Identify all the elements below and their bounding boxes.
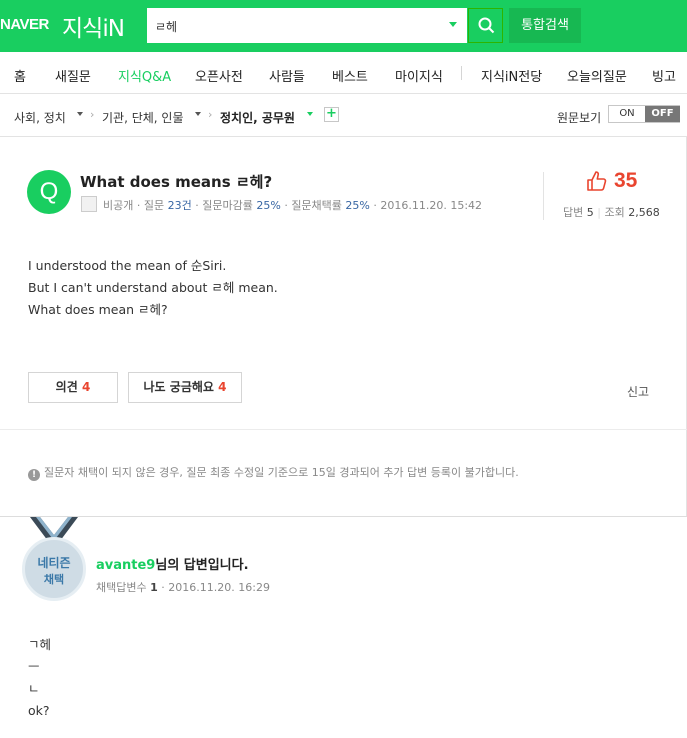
answer-date: 2016.11.20. 16:29 (168, 581, 270, 594)
avatar (81, 196, 97, 212)
chevron-right-icon: › (208, 108, 213, 121)
dropdown-icon[interactable] (195, 112, 201, 116)
question-date: 2016.11.20. 15:42 (380, 199, 483, 212)
breadcrumb-level3[interactable]: 정치인, 공무원 (220, 109, 295, 126)
adopt-rate-label: 질문채택률 (291, 199, 342, 212)
nav-people[interactable]: 사람들 (269, 66, 305, 85)
nav-bingo[interactable]: 빙고 (652, 66, 676, 85)
original-view-toggle[interactable]: ON OFF (608, 105, 680, 123)
nav-todays-question[interactable]: 오늘의질문 (567, 66, 627, 85)
question-count-label: 질문 (143, 199, 165, 212)
thumbs-up-icon[interactable] (586, 170, 608, 192)
answer-card: 네티즌 채택 avante9님의 답변입니다. 채택답변수 1 · 2016.1… (0, 516, 687, 738)
adopted-count: 1 (150, 581, 158, 594)
answer-meta: 채택답변수 1 · 2016.11.20. 16:29 (96, 581, 270, 594)
main-nav: 홈 새질문 지식Q&A 오픈사전 사람들 베스트 마이지식 지식iN전당 오늘의… (0, 52, 687, 94)
question-author: 비공개 (103, 199, 134, 212)
nav-best[interactable]: 베스트 (332, 66, 368, 85)
search-box (147, 8, 467, 43)
me-too-curious-button[interactable]: 나도 궁금해요 4 (128, 372, 242, 403)
divider (543, 172, 544, 220)
breadcrumb-level1[interactable]: 사회, 정치 (14, 109, 66, 126)
question-body: I understood the mean of 순Siri. But I ca… (28, 255, 278, 321)
question-badge: Q (27, 170, 71, 214)
close-rate-label: 질문마감률 (202, 199, 253, 212)
answer-count: 5 (586, 206, 594, 219)
nav-open-dictionary[interactable]: 오픈사전 (195, 66, 243, 85)
answers-label: 답변 (563, 206, 584, 219)
nav-qna[interactable]: 지식Q&A (118, 66, 171, 85)
divider (0, 429, 687, 430)
breadcrumb: 사회, 정치 › 기관, 단체, 인물 › 정치인, 공무원 + 원문보기 ON… (0, 94, 687, 136)
toggle-on[interactable]: ON (609, 106, 645, 122)
question-body-line: What does mean ㄹ헤? (28, 302, 168, 317)
answer-author-link[interactable]: avante9 (96, 558, 155, 573)
medal-label-1: 네티즌 (37, 556, 71, 570)
report-link[interactable]: 신고 (627, 383, 649, 400)
adopt-rate: 25% (345, 199, 370, 212)
toggle-off[interactable]: OFF (645, 106, 680, 122)
opinion-button[interactable]: 의견 4 (28, 372, 118, 403)
close-rate: 25% (256, 199, 281, 212)
netizen-adopted-medal: 네티즌 채택 (22, 537, 86, 601)
opinion-count: 4 (81, 380, 91, 394)
total-search-button[interactable]: 통합검색 (509, 8, 581, 43)
question-count: 23건 (167, 199, 192, 212)
answer-body-line: ok? (28, 703, 50, 718)
search-button[interactable] (468, 8, 503, 43)
search-input[interactable] (155, 16, 435, 36)
top-header: NAVER 지식iN 통합검색 (0, 0, 687, 52)
add-category-button[interactable]: + (324, 107, 339, 122)
answer-body-line: ㄴ (28, 681, 40, 696)
kin-logo[interactable]: 지식iN (62, 9, 125, 43)
question-body-line: I understood the mean of 순Siri. (28, 258, 227, 273)
question-meta: 비공개 · 질문 23건 · 질문마감률 25% · 질문채택률 25% · 2… (103, 199, 483, 212)
opinion-label: 의견 (55, 380, 78, 394)
answer-body-line: ㅡ (28, 659, 40, 674)
nav-new-question[interactable]: 새질문 (55, 66, 91, 85)
info-icon: ! (28, 469, 40, 481)
dropdown-icon[interactable] (77, 112, 83, 116)
nav-my-knowledge[interactable]: 마이지식 (395, 66, 443, 85)
autocomplete-toggle-icon[interactable] (449, 22, 457, 27)
answer-body: ㄱ헤 ㅡ ㄴ ok? (28, 634, 51, 722)
question-body-line: But I can't understand about ㄹ헤 mean. (28, 280, 278, 295)
nav-divider (461, 66, 462, 80)
nav-home[interactable]: 홈 (14, 66, 26, 85)
view-count: 2,568 (628, 206, 660, 219)
answer-body-line: ㄱ헤 (28, 637, 52, 652)
curious-label: 나도 궁금해요 (143, 380, 214, 394)
dropdown-icon[interactable] (307, 112, 313, 116)
chevron-right-icon: › (90, 108, 95, 121)
answer-title-suffix: 님의 답변입니다. (155, 558, 249, 573)
curious-count: 4 (218, 380, 227, 394)
notice-message: 질문자 채택이 되지 않은 경우, 질문 최종 수정일 기준으로 15일 경과되… (44, 466, 519, 479)
breadcrumb-level2[interactable]: 기관, 단체, 인물 (102, 109, 184, 126)
naver-logo[interactable]: NAVER (0, 16, 49, 33)
question-stats: 답변 5 | 조회 2,568 (563, 206, 660, 219)
question-card: Q What does means ㄹ헤? 비공개 · 질문 23건 · 질문마… (0, 136, 687, 516)
like-count: 35 (614, 169, 638, 192)
notice-text: ! 질문자 채택이 되지 않은 경우, 질문 최종 수정일 기준으로 15일 경과… (28, 464, 519, 481)
search-icon (478, 17, 495, 34)
answer-title: avante9님의 답변입니다. (96, 554, 249, 573)
question-title: What does means ㄹ헤? (80, 173, 273, 191)
adopted-count-label: 채택답변수 (96, 581, 147, 594)
medal-label-2: 채택 (43, 573, 65, 586)
views-label: 조회 (604, 206, 625, 219)
original-view-label: 원문보기 (557, 111, 602, 125)
nav-hall-of-fame[interactable]: 지식iN전당 (481, 66, 542, 85)
